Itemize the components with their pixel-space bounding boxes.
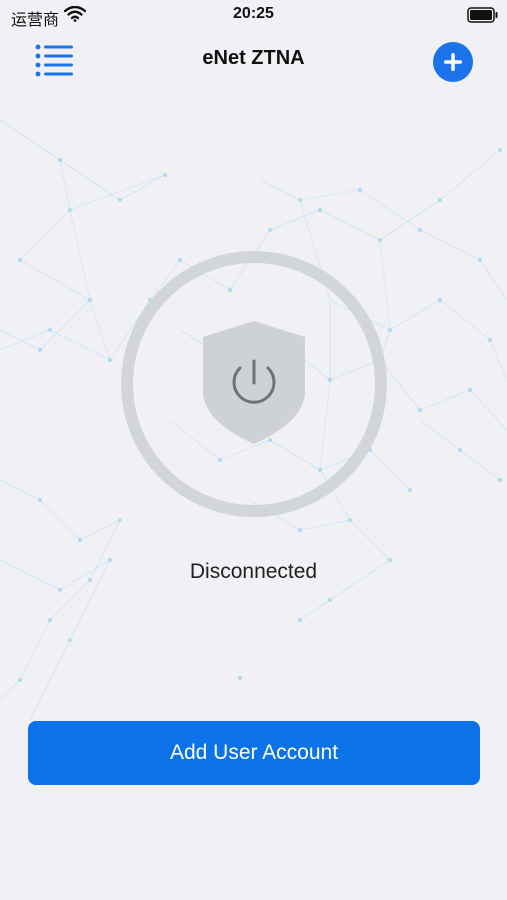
status-time: 20:25: [233, 5, 274, 22]
plus-icon: [444, 53, 462, 71]
page-title: eNet ZTNA: [202, 47, 305, 69]
add-user-account-button[interactable]: Add User Account: [28, 721, 480, 785]
add-button[interactable]: [433, 42, 473, 82]
connect-toggle[interactable]: [119, 249, 389, 519]
shield-power-icon: [121, 251, 387, 517]
status-bar: 运营商 20:25: [0, 0, 507, 30]
nav-bar: eNet ZTNA: [0, 30, 507, 90]
battery-icon: [467, 7, 498, 23]
connection-status: Disconnected: [189, 560, 318, 583]
